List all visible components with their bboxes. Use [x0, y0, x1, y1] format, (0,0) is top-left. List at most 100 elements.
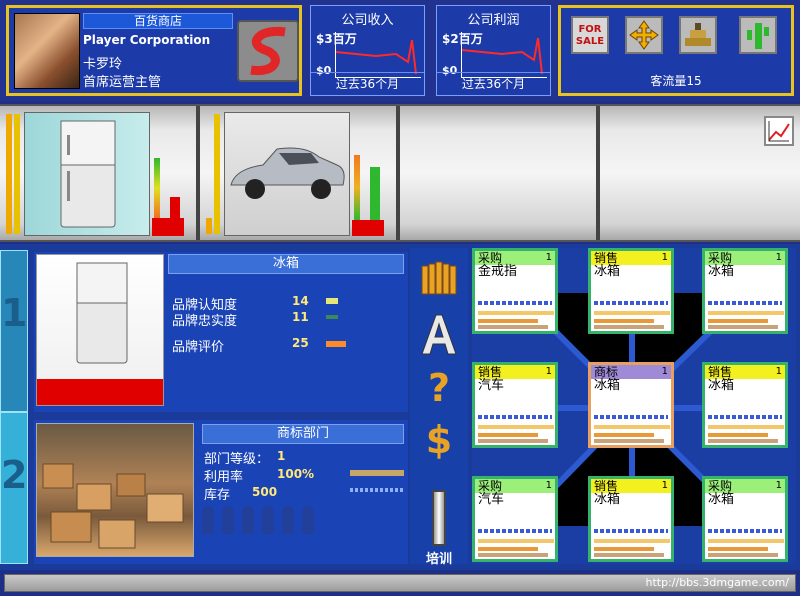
unit-card[interactable]: 1 销售 冰箱	[702, 362, 788, 448]
profit-panel[interactable]: 公司利润 $2百万 $0 过去36个月	[436, 5, 551, 96]
player-portrait[interactable]	[14, 13, 80, 89]
dollar-icon[interactable]: $	[418, 418, 460, 462]
for-sale-button[interactable]: FOR SALE	[571, 16, 609, 54]
unit-card-bar	[708, 425, 784, 429]
management-area: 1 2 冰箱 品牌认知度 14 品牌忠实度 11 品牌评价 25 商标部门 部门…	[0, 244, 800, 592]
unit-card-item: 冰箱	[708, 378, 735, 393]
worker-icon	[302, 506, 314, 534]
unit-card-bar	[478, 415, 552, 419]
product-2-level-bars	[206, 114, 220, 238]
unit-card-bar	[594, 547, 654, 551]
tab-2[interactable]: 2	[0, 412, 28, 564]
unit-card-bar	[708, 553, 778, 557]
product-1-level-bars	[6, 112, 22, 238]
action-panel: FOR SALE 客流量15	[558, 5, 794, 96]
player-title: 首席运营主管	[83, 75, 162, 90]
unit-card[interactable]: 1 采购 冰箱	[702, 476, 788, 562]
unit-card-bar	[478, 433, 538, 437]
unit-card-header: 1 销售	[705, 365, 785, 379]
product-1-sales-bars	[152, 158, 186, 236]
stat-value: 25	[292, 336, 309, 350]
unit-card-number: 1	[775, 480, 782, 491]
unit-card[interactable]: 1 采购 金戒指	[472, 248, 558, 334]
unit-card-bar	[708, 439, 778, 443]
unit-card-header: 1 商标	[591, 365, 671, 379]
unit-card-type: 采购	[708, 251, 733, 265]
stock-bar	[350, 488, 404, 492]
unit-card-number: 1	[661, 366, 668, 377]
unit-card-item: 冰箱	[708, 264, 735, 279]
books-icon[interactable]	[418, 258, 460, 298]
stock-value: 500	[252, 485, 278, 499]
level-label: 部门等级：	[204, 452, 270, 467]
unit-grid: 1 采购 金戒指 1 销售 冰箱 1 采购 冰箱 1 销售 汽车 1 商标 冰箱 1 销售 冰箱 1 采购 汽车 1 销售冰…	[472, 248, 796, 564]
unit-card[interactable]: 1 销售 冰箱	[588, 476, 674, 562]
unit-card-bar	[594, 529, 668, 533]
stat-label: 品牌评价	[172, 340, 225, 355]
training-slider[interactable]	[432, 490, 446, 546]
unit-card[interactable]: 1 商标 冰箱	[588, 362, 674, 448]
unit-card-bar	[708, 311, 784, 315]
worker-icon	[262, 506, 274, 534]
unit-card[interactable]: 1 销售 冰箱	[588, 248, 674, 334]
department-panel: 商标部门 部门等级： 1 利用率 100% 库存 500	[34, 420, 408, 564]
customer-traffic: 客流量15	[650, 74, 702, 88]
unit-card-bar	[594, 433, 654, 437]
build-icon[interactable]	[679, 16, 717, 54]
revenue-panel[interactable]: 公司收入 $3百万 $0 过去36个月	[310, 5, 425, 96]
unit-card[interactable]: 1 采购 冰箱	[702, 248, 788, 334]
shelf-divider	[196, 106, 200, 240]
move-icon[interactable]	[625, 16, 663, 54]
unit-card-bar	[708, 301, 782, 305]
unit-card-bar	[478, 547, 538, 551]
unit-card-bar	[594, 539, 670, 543]
shelf-divider	[396, 106, 400, 240]
unit-card-bar	[478, 425, 554, 429]
unit-card-number: 1	[545, 480, 552, 491]
product-refrigerator-image[interactable]	[24, 112, 150, 236]
unit-card-bar	[594, 311, 670, 315]
tab-1[interactable]: 1	[0, 250, 28, 412]
chart-icon[interactable]	[764, 116, 794, 146]
unit-card-header: 1 采购	[705, 251, 785, 265]
stat-color-swatch	[326, 315, 338, 319]
unit-card-bar	[478, 311, 554, 315]
status-bar: http://bbs.3dmgame.com/	[4, 574, 796, 592]
unit-card[interactable]: 1 销售 汽车	[472, 362, 558, 448]
unit-card-bar	[708, 539, 784, 543]
unit-card-type: 商标	[594, 365, 619, 379]
help-icon[interactable]: ?	[418, 366, 460, 410]
unit-card-bar	[478, 539, 554, 543]
unit-card-type: 采购	[478, 251, 503, 265]
profit-title: 公司利润	[467, 13, 520, 28]
unit-card-item: 汽车	[478, 378, 505, 393]
top-bar: 百货商店 Player Corporation 卡罗玲 首席运营主管 公司收入 …	[0, 0, 800, 101]
worker-icon	[282, 506, 294, 534]
unit-card-number: 1	[545, 366, 552, 377]
unit-card[interactable]: 1 采购 汽车	[472, 476, 558, 562]
unit-card-bar	[594, 553, 664, 557]
cactus-icon[interactable]	[739, 16, 777, 54]
unit-card-type: 销售	[478, 365, 503, 379]
unit-card-number: 1	[775, 366, 782, 377]
unit-card-bar	[594, 439, 664, 443]
unit-card-bar	[594, 319, 654, 323]
shelf-divider	[596, 106, 600, 240]
product-detail-image	[36, 254, 164, 406]
unit-card-type: 销售	[594, 479, 619, 493]
letter-a-icon[interactable]	[418, 312, 460, 355]
unit-card-header: 1 采购	[705, 479, 785, 493]
unit-card-header: 1 销售	[475, 365, 555, 379]
unit-card-bar	[478, 301, 552, 305]
store-shelf	[0, 104, 800, 242]
unit-card-header: 1 采购	[475, 251, 555, 265]
warehouse-image	[36, 423, 194, 557]
utilization-value: 100%	[277, 467, 315, 481]
stat-color-swatch	[326, 341, 346, 347]
product-car-image[interactable]	[224, 112, 350, 236]
tool-column: ? $ 培训	[410, 248, 468, 567]
unit-card-bar	[478, 439, 548, 443]
unit-card-bar	[708, 325, 778, 329]
unit-card-bar	[594, 415, 668, 419]
worker-icon	[222, 506, 234, 534]
